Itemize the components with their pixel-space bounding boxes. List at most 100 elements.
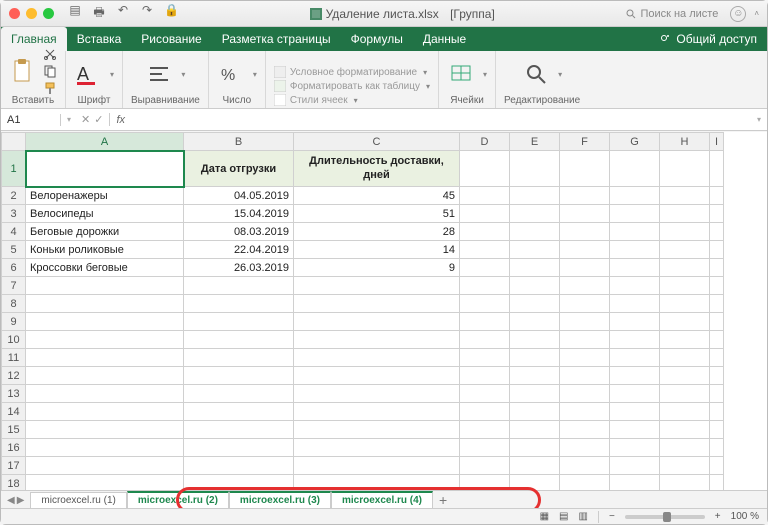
cell[interactable]: [510, 421, 560, 439]
cell[interactable]: [660, 457, 710, 475]
cell[interactable]: [460, 421, 510, 439]
column-header[interactable]: F: [560, 133, 610, 151]
cell[interactable]: [560, 385, 610, 403]
cell[interactable]: [610, 349, 660, 367]
cell[interactable]: [610, 475, 660, 492]
column-header[interactable]: A: [26, 133, 184, 151]
cell[interactable]: [660, 475, 710, 492]
cell[interactable]: 14: [294, 241, 460, 259]
cell[interactable]: [184, 403, 294, 421]
cell[interactable]: [460, 151, 510, 187]
cells-button[interactable]: [447, 60, 475, 88]
cell[interactable]: [294, 295, 460, 313]
cell[interactable]: [460, 403, 510, 421]
cell[interactable]: [660, 439, 710, 457]
cell[interactable]: [560, 259, 610, 277]
tab-page-layout[interactable]: Разметка страницы: [212, 27, 341, 51]
zoom-out-icon[interactable]: −: [609, 511, 615, 522]
cell[interactable]: [26, 439, 184, 457]
copy-icon[interactable]: [43, 64, 57, 78]
row-header[interactable]: 5: [2, 241, 26, 259]
cell[interactable]: [294, 313, 460, 331]
row-header[interactable]: 13: [2, 385, 26, 403]
format-painter-icon[interactable]: [43, 81, 57, 95]
cell[interactable]: [560, 277, 610, 295]
zoom-slider[interactable]: [625, 515, 705, 519]
cell[interactable]: [184, 277, 294, 295]
cell[interactable]: [460, 349, 510, 367]
view-page-break-icon[interactable]: ▥: [579, 511, 588, 522]
cell[interactable]: [510, 475, 560, 492]
cell[interactable]: [560, 151, 610, 187]
row-header[interactable]: 15: [2, 421, 26, 439]
cell[interactable]: [510, 403, 560, 421]
cell[interactable]: 45: [294, 187, 460, 205]
cell[interactable]: [294, 457, 460, 475]
cell[interactable]: [26, 277, 184, 295]
cell[interactable]: [610, 223, 660, 241]
cell[interactable]: [710, 403, 724, 421]
cell[interactable]: [710, 421, 724, 439]
row-header[interactable]: 8: [2, 295, 26, 313]
cell[interactable]: [460, 205, 510, 223]
cell[interactable]: [294, 385, 460, 403]
column-header[interactable]: E: [510, 133, 560, 151]
cell[interactable]: [184, 349, 294, 367]
cell[interactable]: [26, 403, 184, 421]
cell[interactable]: [460, 439, 510, 457]
cell[interactable]: [26, 295, 184, 313]
cell[interactable]: [710, 457, 724, 475]
sheet-tab-1[interactable]: microexcel.ru (1): [30, 492, 126, 508]
cell[interactable]: [660, 421, 710, 439]
font-button[interactable]: A: [74, 60, 102, 88]
cell[interactable]: [610, 295, 660, 313]
sheet-tab-4[interactable]: microexcel.ru (4): [331, 491, 433, 508]
cell[interactable]: [460, 457, 510, 475]
row-header[interactable]: 7: [2, 277, 26, 295]
cell[interactable]: [710, 439, 724, 457]
cell[interactable]: [560, 313, 610, 331]
cell[interactable]: 9: [294, 259, 460, 277]
close-window[interactable]: [9, 8, 20, 19]
cell[interactable]: [660, 277, 710, 295]
cell[interactable]: [710, 295, 724, 313]
cell[interactable]: [510, 205, 560, 223]
view-normal-icon[interactable]: ▦: [540, 511, 549, 522]
cell[interactable]: [184, 313, 294, 331]
cell[interactable]: [610, 403, 660, 421]
cell[interactable]: [710, 205, 724, 223]
cell[interactable]: [510, 385, 560, 403]
cell[interactable]: [184, 439, 294, 457]
cell[interactable]: Велосипеды: [26, 205, 184, 223]
align-button[interactable]: [145, 60, 173, 88]
minimize-window[interactable]: [26, 8, 37, 19]
cell[interactable]: [510, 349, 560, 367]
cell[interactable]: [610, 457, 660, 475]
cell[interactable]: [510, 439, 560, 457]
row-header[interactable]: 2: [2, 187, 26, 205]
share-button[interactable]: Общий доступ: [650, 27, 767, 51]
cell[interactable]: [26, 349, 184, 367]
select-all-cell[interactable]: [2, 133, 26, 151]
cell[interactable]: Кроссовки беговые: [26, 259, 184, 277]
cell[interactable]: [510, 313, 560, 331]
cell[interactable]: [510, 223, 560, 241]
cell[interactable]: 04.05.2019: [184, 187, 294, 205]
cell[interactable]: 26.03.2019: [184, 259, 294, 277]
cell[interactable]: [460, 187, 510, 205]
cell[interactable]: [710, 277, 724, 295]
row-header[interactable]: 18: [2, 475, 26, 492]
tab-formulas[interactable]: Формулы: [341, 27, 413, 51]
formula-input[interactable]: [131, 114, 749, 126]
cell[interactable]: [510, 259, 560, 277]
cell[interactable]: [460, 277, 510, 295]
find-button[interactable]: [522, 60, 550, 88]
row-header[interactable]: 16: [2, 439, 26, 457]
cell[interactable]: [294, 277, 460, 295]
cell[interactable]: [26, 385, 184, 403]
cell[interactable]: [610, 421, 660, 439]
cell[interactable]: [26, 367, 184, 385]
row-header[interactable]: 1: [2, 151, 26, 187]
save-icon[interactable]: ▤: [68, 3, 82, 24]
cell[interactable]: [610, 385, 660, 403]
